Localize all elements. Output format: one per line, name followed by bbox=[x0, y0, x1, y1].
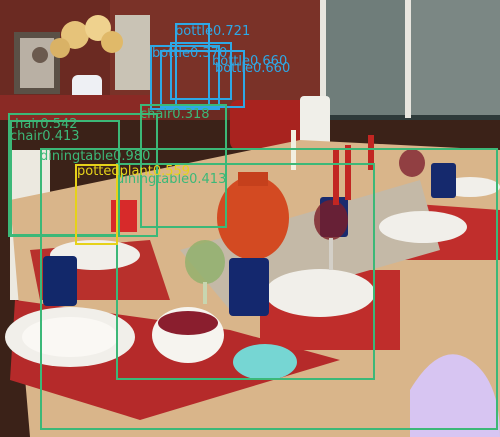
detection-box bbox=[116, 163, 375, 380]
detection-label: bottle0.721 bbox=[175, 24, 251, 39]
photo-frame: bottle0.721 bottle0.370 bottle0.660 bottle0… bbox=[0, 0, 500, 437]
detection-label: chair0.318 bbox=[140, 107, 210, 122]
detection-label: bottle0.660 bbox=[215, 61, 291, 76]
detection-label: chair0.413 bbox=[10, 129, 80, 144]
detection-label: pottedplant0.559 bbox=[77, 164, 191, 179]
detection-label: diningtable0.980 bbox=[40, 149, 151, 164]
